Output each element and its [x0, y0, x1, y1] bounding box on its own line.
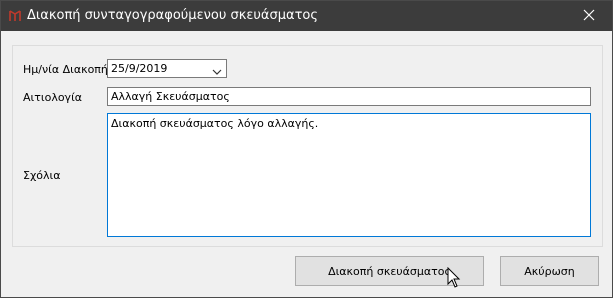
mouse-cursor-icon: [447, 266, 461, 289]
reason-label: Αιτιολογία: [23, 91, 83, 104]
title-bar[interactable]: Διακοπή συνταγογραφούμενου σκευάσματος: [1, 1, 612, 31]
date-picker[interactable]: 25/9/2019: [107, 59, 227, 78]
close-icon: [583, 9, 595, 24]
cancel-button[interactable]: Ακύρωση: [500, 256, 599, 286]
close-button[interactable]: [566, 1, 612, 31]
date-label: Ημ/νία Διακοπής: [23, 63, 115, 76]
app-icon: [7, 8, 23, 24]
chevron-down-icon[interactable]: [212, 65, 222, 78]
comments-label: Σχόλια: [23, 169, 61, 182]
reason-input[interactable]: Αλλαγή Σκευάσματος: [107, 87, 591, 106]
dialog-window: Διακοπή συνταγογραφούμενου σκευάσματος Η…: [0, 0, 613, 298]
comments-value: Διακοπή σκευάσματος λόγο αλλαγής.: [111, 117, 319, 130]
date-value: 25/9/2019: [111, 62, 168, 75]
comments-textarea[interactable]: Διακοπή σκευάσματος λόγο αλλαγής.: [107, 113, 591, 237]
window-title: Διακοπή συνταγογραφούμενου σκευάσματος: [27, 8, 318, 23]
reason-value: Αλλαγή Σκευάσματος: [111, 90, 230, 103]
